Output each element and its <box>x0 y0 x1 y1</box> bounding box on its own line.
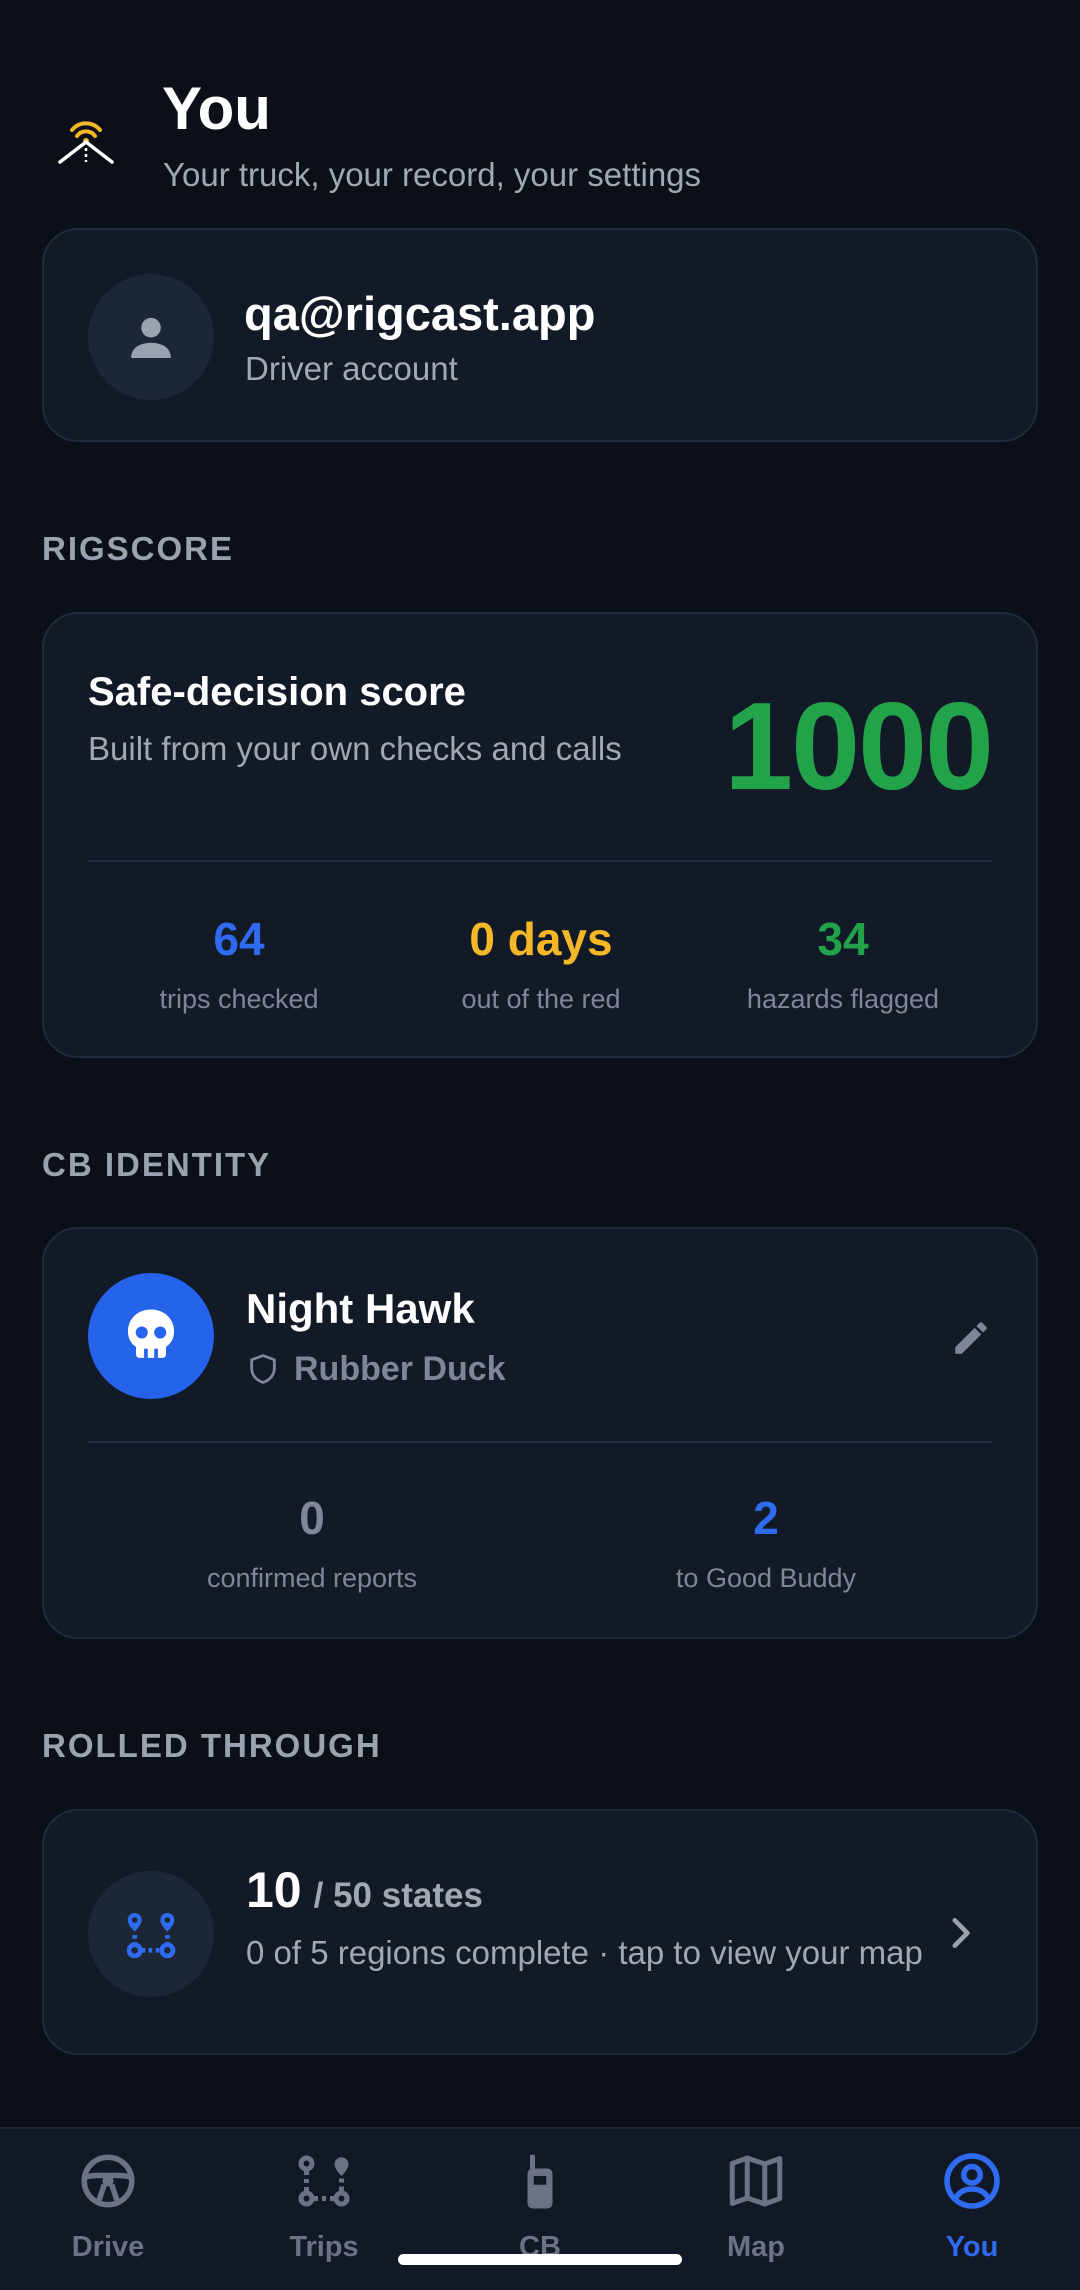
you-screen: You Your truck, your record, your settin… <box>0 0 1080 2290</box>
stat-value: 0 days <box>469 913 613 965</box>
states-count: 10 <box>246 1862 302 1918</box>
rigscore-card: Safe-decision score Built from your own … <box>42 612 1038 1058</box>
cb-handle: Night Hawk <box>246 1285 475 1332</box>
states-total: / 50 states <box>313 1876 483 1915</box>
stat-value: 0 <box>299 1492 325 1544</box>
divider <box>88 1441 992 1443</box>
account-role: Driver account <box>245 350 458 387</box>
shield-icon <box>250 1354 276 1384</box>
nav-you[interactable]: You <box>864 2129 1080 2290</box>
cb-rank-row: Rubber Duck <box>246 1349 506 1389</box>
stat-label: trips checked <box>159 984 319 1014</box>
stat-trips-checked: 64 trips checked <box>89 912 389 1015</box>
cb-identity-card: Night Hawk Rubber Duck 0 confirmed repor… <box>42 1227 1038 1639</box>
stat-value: 64 <box>213 913 265 965</box>
route-pin-icon <box>126 1913 176 1959</box>
stat-to-good-buddy: 2 to Good Buddy <box>616 1491 916 1594</box>
edit-icon[interactable] <box>950 1317 992 1364</box>
stat-label: out of the red <box>461 984 621 1014</box>
page-subtitle: Your truck, your record, your settings <box>163 156 702 193</box>
route-icon <box>294 2151 354 2211</box>
nav-trips[interactable]: Trips <box>216 2129 432 2290</box>
walkie-talkie-icon <box>510 2151 570 2211</box>
home-indicator[interactable] <box>398 2254 682 2265</box>
skull-icon <box>127 1309 175 1358</box>
score-description: Built from your own checks and calls <box>88 730 622 767</box>
account-circle-icon <box>942 2151 1002 2211</box>
page-title: You <box>162 75 271 142</box>
section-label-rigscore: RIGSCORE <box>42 530 235 567</box>
cb-rank: Rubber Duck <box>294 1349 506 1388</box>
stat-hazards-flagged: 34 hazards flagged <box>693 912 993 1015</box>
stat-value: 34 <box>817 913 869 965</box>
regions-progress: 0 of 5 regions complete · tap to view yo… <box>246 1934 923 1971</box>
rolled-through-card[interactable]: 10 / 50 states 0 of 5 regions complete ·… <box>42 1809 1038 2055</box>
stat-confirmed-reports: 0 confirmed reports <box>162 1491 462 1594</box>
stat-value: 2 <box>753 1492 779 1544</box>
account-email: qa@rigcast.app <box>244 287 596 340</box>
nav-map[interactable]: Map <box>648 2129 864 2290</box>
score-title: Safe-decision score <box>88 670 466 714</box>
page-header: You Your truck, your record, your settin… <box>42 72 1038 202</box>
route-badge <box>88 1871 214 1997</box>
stat-label: to Good Buddy <box>675 1563 857 1593</box>
account-card[interactable]: qa@rigcast.app Driver account <box>42 228 1038 442</box>
stat-out-of-red: 0 days out of the red <box>391 912 691 1015</box>
stat-label: confirmed reports <box>206 1563 418 1593</box>
person-icon <box>131 317 171 358</box>
nav-label: You <box>945 2231 999 2263</box>
signal-road-icon <box>56 106 116 166</box>
nav-drive[interactable]: Drive <box>0 2129 216 2290</box>
map-icon <box>726 2151 786 2211</box>
nav-cb[interactable]: CB <box>432 2129 648 2290</box>
cb-avatar <box>88 1273 214 1399</box>
chevron-right-icon <box>948 1915 976 1956</box>
states-count-line: 10 / 50 states <box>246 1861 483 1919</box>
divider <box>88 860 992 862</box>
section-label-rolled-through: ROLLED THROUGH <box>42 1727 382 1764</box>
section-label-cb-identity: CB IDENTITY <box>42 1146 272 1183</box>
bottom-nav: Drive Trips CB Map You <box>0 2127 1080 2290</box>
score-value: 1000 <box>724 678 994 816</box>
avatar <box>88 274 214 400</box>
nav-label: Drive <box>71 2231 145 2263</box>
stat-label: hazards flagged <box>746 984 940 1014</box>
steering-wheel-icon <box>78 2151 138 2211</box>
